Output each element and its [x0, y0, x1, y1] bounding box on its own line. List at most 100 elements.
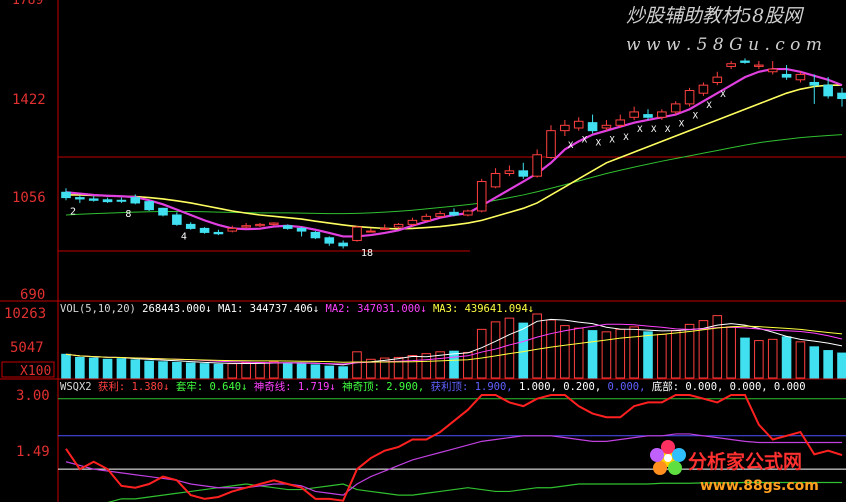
volume-bar [310, 364, 321, 379]
candle-body [587, 122, 598, 132]
candle-body [837, 92, 846, 100]
volume-bar [767, 338, 778, 379]
volume-bar [227, 363, 238, 379]
watermark-site-url: www.88gs.com [700, 478, 819, 494]
candle-body [504, 170, 515, 175]
watermark-site-title: 分析家公式网 [688, 450, 802, 473]
candle-body [490, 173, 501, 188]
candle-body [213, 231, 224, 235]
header-field: 获利顶: 1.900, [424, 381, 512, 393]
candle-body [116, 199, 127, 202]
volume-bar [726, 326, 736, 379]
candle-body [684, 90, 695, 105]
candle-body [532, 154, 542, 177]
signal-label: 8 [125, 209, 131, 220]
volume-bar [102, 358, 113, 379]
sell-marker: X [623, 133, 629, 143]
volume-bar [657, 333, 667, 379]
volume-bar [504, 317, 515, 379]
candle-body [227, 227, 238, 232]
volume-bar [116, 358, 127, 379]
volume-bar [643, 331, 653, 379]
volume-bar [185, 362, 196, 379]
volume-header: VOL(5,10,20) 268443.000↓ MA1: 344737.406… [60, 303, 534, 315]
volume-bar [809, 346, 820, 379]
candle-body [102, 199, 113, 203]
volume-bar [213, 363, 224, 379]
volume-bar [61, 353, 71, 379]
candle-body [781, 73, 792, 78]
volume-bar [629, 326, 639, 379]
volume-bar [407, 355, 418, 379]
stock-chart: 1789 1422 1056 690 10263 5047 X100 3.00 … [0, 0, 846, 502]
y-tick-1056: 1056 [12, 190, 46, 206]
volume-bar [144, 360, 154, 379]
volume-bar [601, 331, 612, 379]
candle-body [518, 170, 529, 177]
sell-marker: X [568, 141, 574, 151]
candle-body [698, 84, 709, 94]
sell-marker: X [706, 101, 712, 111]
candle-body [795, 73, 806, 81]
candle-body [823, 84, 833, 97]
signal-label: 18 [361, 248, 373, 259]
candle-body [130, 197, 141, 204]
header-field: MA3: 439641.094↓ [427, 303, 534, 315]
sell-marker: X [637, 125, 643, 135]
header-field: VOL(5,10,20) [60, 303, 136, 315]
candle-body [809, 81, 820, 86]
signal-label: 4 [181, 232, 187, 243]
sell-marker: X [693, 112, 699, 122]
volume-y-axis: 10263 5047 X100 [1, 306, 55, 379]
volume-bar [670, 330, 681, 379]
candle-body [379, 227, 390, 230]
header-field: 1.000, [513, 381, 557, 393]
watermark-title: 炒股辅助教材58股网 [626, 5, 805, 27]
volume-bar [158, 361, 168, 379]
vol-tick-5047: 5047 [10, 340, 44, 356]
volume-bar [754, 340, 764, 379]
ind-tick-149: 1.49 [16, 444, 50, 460]
candle-body [712, 76, 723, 83]
volume-bar [560, 325, 570, 379]
sell-marker: X [582, 136, 588, 146]
volume-bar [449, 350, 459, 379]
candle-body [657, 111, 667, 118]
indicator-y-axis: 3.00 1.49 [16, 388, 50, 460]
candle-body [75, 197, 85, 200]
candle-body [172, 214, 182, 225]
watermark-top: 炒股辅助教材58股网 w w w . 5 8 G u . c o m [626, 5, 822, 55]
volume-bar [795, 341, 806, 379]
candle-body [324, 237, 335, 244]
header-field: 获利: 1.380↓ [92, 381, 170, 393]
watermark-bottom: 分析家公式网 www.88gs.com [650, 440, 819, 494]
volume-bar [573, 327, 584, 379]
vol-unit-label: X100 [20, 364, 51, 379]
volume-bar [587, 330, 598, 379]
volume-bar [172, 361, 182, 379]
candle-body [573, 120, 584, 129]
volume-bar [199, 363, 210, 379]
candle-body [282, 225, 293, 229]
volume-bar [241, 362, 251, 379]
volume-bar [823, 350, 833, 379]
price-y-axis: 1789 1422 1056 690 [12, 0, 46, 303]
header-field: WSQX2 [60, 381, 92, 393]
volume-bar [338, 366, 348, 379]
sell-marker: X [596, 138, 602, 148]
candle-body [670, 103, 681, 113]
candle-body [740, 60, 750, 63]
candle-body [643, 114, 653, 118]
vol-tick-10263: 10263 [4, 306, 46, 322]
candle-body [144, 201, 154, 211]
candle-body [88, 198, 99, 201]
volume-bar [518, 322, 529, 379]
candle-body [767, 68, 778, 73]
candle-body [366, 230, 376, 233]
y-tick-1422: 1422 [12, 92, 46, 108]
volume-bar [546, 319, 556, 379]
candle-body [615, 119, 626, 126]
volume-bar [740, 337, 750, 379]
candle-body [241, 225, 251, 228]
volume-bar [615, 328, 626, 379]
